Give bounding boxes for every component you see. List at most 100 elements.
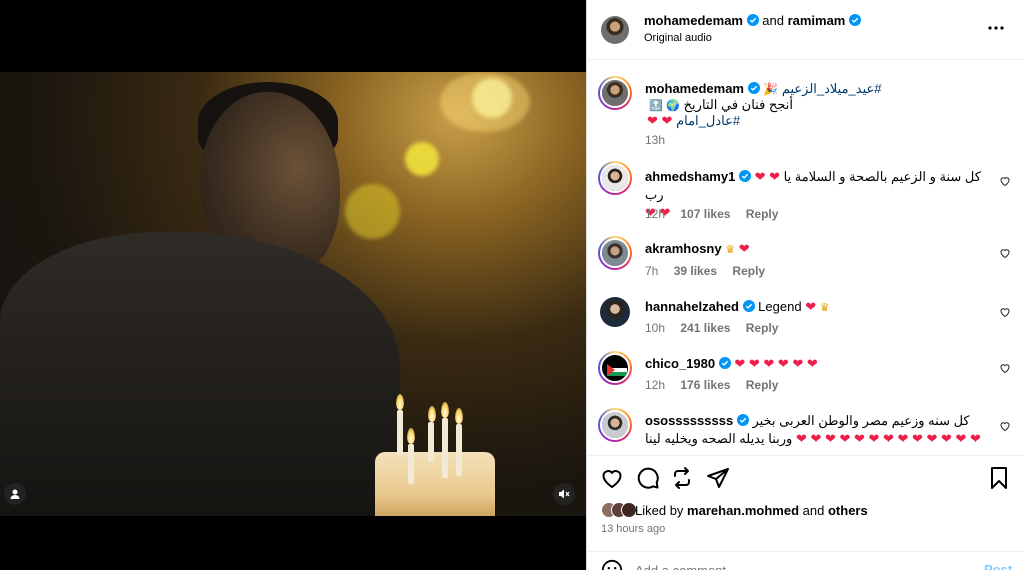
comment-bubble-icon[interactable] [636, 466, 660, 490]
post-header: mohamedemam and ramimam Original audio [587, 0, 1024, 60]
commenter-username[interactable]: ahmedshamy1 [645, 169, 735, 184]
candle [397, 410, 403, 455]
like-comment-heart-icon[interactable] [999, 306, 1011, 318]
add-comment-input[interactable] [635, 560, 965, 570]
comment-time: 12h [645, 207, 666, 221]
bokeh-light [405, 142, 439, 176]
commenter-avatar[interactable] [598, 351, 632, 385]
verified-badge-icon [738, 170, 751, 182]
like-comment-heart-icon[interactable] [999, 362, 1011, 374]
heart-emoji: ❤ [738, 241, 750, 256]
like-heart-icon[interactable] [600, 466, 624, 490]
liked-by-others[interactable]: others [828, 503, 868, 518]
commenter-username[interactable]: hannahelzahed [645, 299, 739, 314]
like-comment-heart-icon[interactable] [999, 175, 1011, 187]
commenter-username[interactable]: akramhosny [645, 241, 722, 256]
author-avatar[interactable] [601, 16, 629, 44]
comment-likes[interactable]: 176 likes [680, 378, 730, 392]
post-actions: Liked by marehan.mohmed and others 13 ho… [587, 455, 1024, 570]
candle-flame [455, 408, 463, 424]
avatar-image [602, 412, 628, 438]
comment-likes[interactable]: 241 likes [680, 321, 730, 335]
reply-button[interactable]: Reply [746, 378, 779, 392]
caption-timestamp: 13h [645, 133, 666, 147]
audio-label[interactable]: Original audio [644, 32, 712, 44]
candle-flame [407, 428, 415, 444]
comment-likes[interactable]: 107 likes [680, 207, 730, 221]
top-arrow-emoji: 🔝 [649, 100, 663, 112]
candle [456, 424, 462, 476]
verified-badge-icon [736, 414, 749, 426]
reply-button[interactable]: Reply [746, 321, 779, 335]
comment-meta: 12h 176 likes Reply [645, 378, 790, 392]
comment-time: 12h [645, 378, 666, 392]
caption-username[interactable]: mohamedemam [645, 81, 744, 96]
heart-emoji: ❤ [805, 299, 817, 314]
more-horizontal-icon [988, 26, 1004, 30]
verified-badge-icon [746, 14, 759, 26]
emoji-smiley-icon[interactable] [601, 559, 623, 570]
post-comment-button[interactable]: Post [984, 562, 1012, 570]
reply-button[interactable]: Reply [746, 207, 779, 221]
comment-body: akramhosny ♛ ❤ [645, 240, 985, 259]
crown-emoji: ♛ [725, 244, 736, 256]
comment-meta: 12h 107 likes Reply [645, 207, 790, 221]
collaborator-username[interactable]: ramimam [788, 13, 846, 28]
add-comment-bar: Post [587, 551, 1024, 570]
hashtag-link[interactable]: #عيد_ميلاد_الزعيم [782, 81, 882, 96]
post-photo[interactable] [0, 72, 586, 516]
palestine-flag-avatar [600, 353, 630, 383]
comment-body: ososssssssss كل سنه وزعيم مصر والوطن الع… [645, 412, 985, 448]
verified-badge-icon [742, 300, 755, 312]
verified-badge-icon [747, 82, 760, 94]
avatar-image [602, 165, 628, 191]
avatar-image [601, 16, 629, 44]
comment-time: 10h [645, 321, 666, 335]
comment-meta: 7h 39 likes Reply [645, 264, 777, 278]
post-details-panel: mohamedemam and ramimam Original audio m… [586, 0, 1024, 570]
post-media [0, 0, 586, 570]
commenter-username[interactable]: ososssssssss [645, 413, 733, 428]
candle [428, 422, 434, 462]
liked-by-and: and [802, 503, 825, 518]
heart-emoji: ❤ ❤ ❤ ❤ ❤ ❤ [734, 356, 818, 371]
commenter-avatar[interactable] [598, 161, 632, 195]
comment-text: Legend [758, 299, 802, 314]
bokeh-light [345, 184, 400, 239]
candle [442, 418, 448, 478]
tagged-users-button[interactable] [4, 483, 26, 505]
candle-flame [396, 394, 404, 410]
avatar-image [600, 297, 630, 327]
commenter-username[interactable]: chico_1980 [645, 356, 715, 371]
avatar-image [602, 80, 628, 106]
candle [408, 444, 414, 484]
comment-likes[interactable]: 39 likes [674, 264, 717, 278]
bokeh-light [472, 78, 512, 118]
caption-author-avatar[interactable] [598, 76, 632, 110]
like-comment-heart-icon[interactable] [999, 247, 1011, 259]
reply-button[interactable]: Reply [732, 264, 765, 278]
more-options-button[interactable] [987, 19, 1005, 42]
comment-body: hannahelzahed Legend ❤ ♛ [645, 298, 985, 317]
commenter-avatar[interactable] [598, 236, 632, 270]
verified-badge-icon [718, 357, 731, 369]
collab-joiner: and [762, 13, 784, 28]
repost-icon[interactable] [670, 466, 694, 490]
heart-emoji: ❤ [647, 113, 658, 128]
commenter-avatar[interactable] [598, 408, 632, 442]
share-paper-plane-icon[interactable] [706, 466, 730, 490]
birthday-cake [375, 452, 495, 516]
mute-button[interactable] [553, 483, 575, 505]
post-time-ago: 13 hours ago [601, 523, 666, 535]
hashtag-link[interactable]: #عادل_امام [676, 113, 740, 128]
person-body [0, 232, 400, 516]
commenter-avatar[interactable] [600, 297, 630, 327]
liked-by-user[interactable]: marehan.mohmed [687, 503, 799, 518]
speaker-muted-icon [559, 489, 570, 499]
save-bookmark-icon[interactable] [987, 466, 1011, 490]
comment-body: chico_1980 ❤ ❤ ❤ ❤ ❤ ❤ [645, 355, 985, 373]
like-comment-heart-icon[interactable] [999, 420, 1011, 432]
user-icon [10, 489, 20, 499]
author-username[interactable]: mohamedemam [644, 13, 743, 28]
candle-flame [428, 406, 436, 422]
